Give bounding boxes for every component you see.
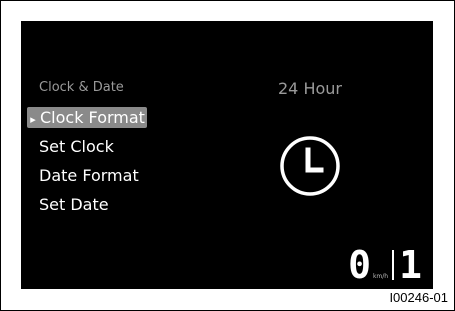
speed-unit: km/h [372, 273, 389, 280]
menu-item-label: Clock Format [40, 108, 145, 127]
clock-format-value: 24 Hour [278, 79, 342, 98]
instrument-display: Clock & Date ▸ Clock Format Set Clock Dat… [21, 21, 433, 289]
gear-indicator: 1 [399, 243, 422, 287]
divider [392, 250, 395, 280]
menu-item-clock-format[interactable]: ▸ Clock Format [27, 107, 147, 128]
figure-frame: Clock & Date ▸ Clock Format Set Clock Dat… [0, 0, 455, 311]
menu-item-set-clock[interactable]: Set Clock [39, 137, 114, 156]
menu-header: Clock & Date [39, 80, 124, 95]
menu-item-date-format[interactable]: Date Format [39, 166, 139, 185]
clock-icon [278, 134, 342, 198]
status-bar: 0 km/h 1 [348, 246, 422, 284]
speed-readout: 0 [348, 243, 371, 287]
figure-id: I00246-01 [389, 290, 448, 305]
diamond-arrow-icon: ▸ [30, 113, 36, 126]
menu-item-set-date[interactable]: Set Date [39, 195, 109, 214]
